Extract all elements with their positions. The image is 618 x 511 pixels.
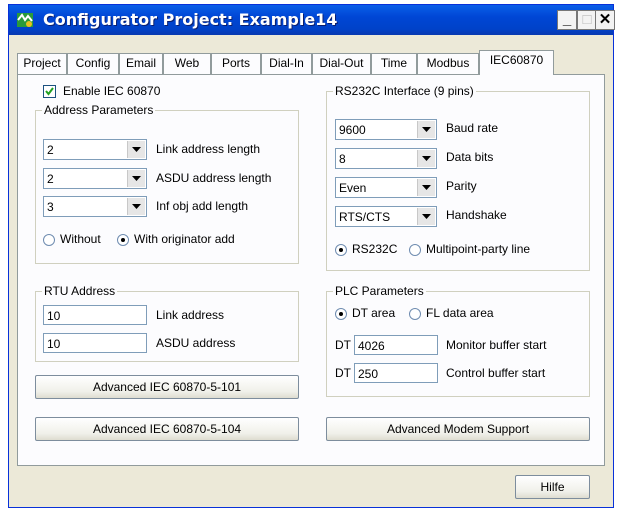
- tab-email[interactable]: Email: [119, 53, 163, 74]
- link-address-length-label: Link address length: [156, 142, 261, 156]
- control-buffer-start-label: Control buffer start: [446, 366, 546, 380]
- chevron-down-icon: [127, 141, 145, 158]
- parity-value: Even: [339, 181, 367, 195]
- tab-modbus[interactable]: Modbus: [417, 53, 479, 74]
- inf-obj-add-length-select[interactable]: 3: [43, 196, 147, 217]
- tab-web[interactable]: Web: [163, 53, 211, 74]
- tab-time[interactable]: Time: [371, 53, 417, 74]
- with-originator-radio[interactable]: [117, 234, 129, 246]
- asdu-address-value: 10: [47, 337, 61, 351]
- rs232c-interface-title: RS232C Interface (9 pins): [333, 84, 476, 98]
- rs232c-radio[interactable]: [335, 244, 347, 256]
- dt-area-label: DT area: [352, 306, 396, 320]
- advanced-iec-104-button[interactable]: Advanced IEC 60870-5-104: [35, 417, 299, 441]
- help-button[interactable]: Hilfe: [515, 475, 590, 499]
- control-buffer-start-value: 250: [358, 367, 379, 381]
- handshake-select[interactable]: RTS/CTS: [335, 206, 437, 227]
- tab-dial-in[interactable]: Dial-In: [261, 53, 312, 74]
- asdu-address-length-value: 2: [47, 172, 54, 186]
- close-button[interactable]: ✕: [595, 10, 615, 30]
- configurator-window: Configurator Project: Example14 _ □ ✕ Pr…: [8, 4, 615, 508]
- without-radio[interactable]: [43, 234, 55, 246]
- asdu-address-label: ASDU address: [156, 336, 236, 350]
- data-bits-label: Data bits: [446, 150, 494, 164]
- monitor-dt-prefix: DT: [335, 338, 351, 352]
- chevron-down-icon: [417, 150, 435, 167]
- link-address-value: 10: [47, 309, 61, 323]
- link-address-input[interactable]: 10: [43, 305, 147, 325]
- tab-iec60870[interactable]: IEC60870: [479, 50, 554, 75]
- maximize-button[interactable]: □: [577, 10, 597, 30]
- advanced-iec-101-button[interactable]: Advanced IEC 60870-5-101: [35, 375, 299, 399]
- inf-obj-add-length-value: 3: [47, 200, 54, 214]
- link-address-length-select[interactable]: 2: [43, 139, 147, 160]
- asdu-address-length-label: ASDU address length: [156, 171, 272, 185]
- without-label: Without: [60, 232, 101, 246]
- window-title: Configurator Project: Example14: [43, 10, 338, 29]
- title-bar[interactable]: Configurator Project: Example14 _ □ ✕: [9, 5, 615, 35]
- address-parameters-title: Address Parameters: [42, 103, 156, 117]
- chevron-down-icon: [127, 170, 145, 187]
- chevron-down-icon: [127, 198, 145, 215]
- fl-data-area-radio[interactable]: [409, 308, 421, 320]
- chevron-down-icon: [417, 121, 435, 138]
- baud-rate-label: Baud rate: [446, 121, 499, 135]
- parity-select[interactable]: Even: [335, 177, 437, 198]
- tab-config[interactable]: Config: [67, 53, 119, 74]
- check-icon: [45, 87, 54, 96]
- rs232c-label: RS232C: [352, 242, 398, 256]
- advanced-modem-support-button[interactable]: Advanced Modem Support: [326, 417, 590, 441]
- tab-ports[interactable]: Ports: [211, 53, 261, 74]
- enable-iec-checkbox[interactable]: [43, 85, 56, 98]
- handshake-value: RTS/CTS: [339, 210, 391, 224]
- inf-obj-add-length-label: Inf obj add length: [156, 199, 249, 213]
- monitor-buffer-start-input[interactable]: 4026: [354, 335, 438, 355]
- chevron-down-icon: [417, 208, 435, 225]
- enable-iec-label: Enable IEC 60870: [63, 84, 161, 98]
- fl-data-area-label: FL data area: [426, 306, 494, 320]
- monitor-buffer-start-value: 4026: [358, 339, 385, 353]
- minimize-button[interactable]: _: [557, 10, 577, 30]
- baud-rate-value: 9600: [339, 123, 366, 137]
- plc-parameters-title: PLC Parameters: [333, 284, 426, 298]
- baud-rate-select[interactable]: 9600: [335, 119, 437, 140]
- asdu-address-input[interactable]: 10: [43, 333, 147, 353]
- with-originator-label: With originator add: [134, 232, 235, 246]
- multipoint-radio[interactable]: [409, 244, 421, 256]
- control-buffer-start-input[interactable]: 250: [354, 363, 438, 383]
- chevron-down-icon: [417, 179, 435, 196]
- data-bits-select[interactable]: 8: [335, 148, 437, 169]
- tab-project[interactable]: Project: [17, 53, 67, 74]
- control-dt-prefix: DT: [335, 366, 351, 380]
- link-address-length-value: 2: [47, 143, 54, 157]
- monitor-buffer-start-label: Monitor buffer start: [446, 338, 547, 352]
- parity-label: Parity: [446, 179, 477, 193]
- handshake-label: Handshake: [446, 208, 507, 222]
- link-address-label: Link address: [156, 308, 225, 322]
- data-bits-value: 8: [339, 152, 346, 166]
- app-icon: [16, 11, 34, 29]
- asdu-address-length-select[interactable]: 2: [43, 168, 147, 189]
- multipoint-label: Multipoint-party line: [426, 242, 531, 256]
- iec60870-panel: Enable IEC 60870 Address Parameters 2 Li…: [17, 74, 605, 466]
- dt-area-radio[interactable]: [335, 308, 347, 320]
- tab-dial-out[interactable]: Dial-Out: [312, 53, 371, 74]
- rtu-address-title: RTU Address: [42, 284, 118, 298]
